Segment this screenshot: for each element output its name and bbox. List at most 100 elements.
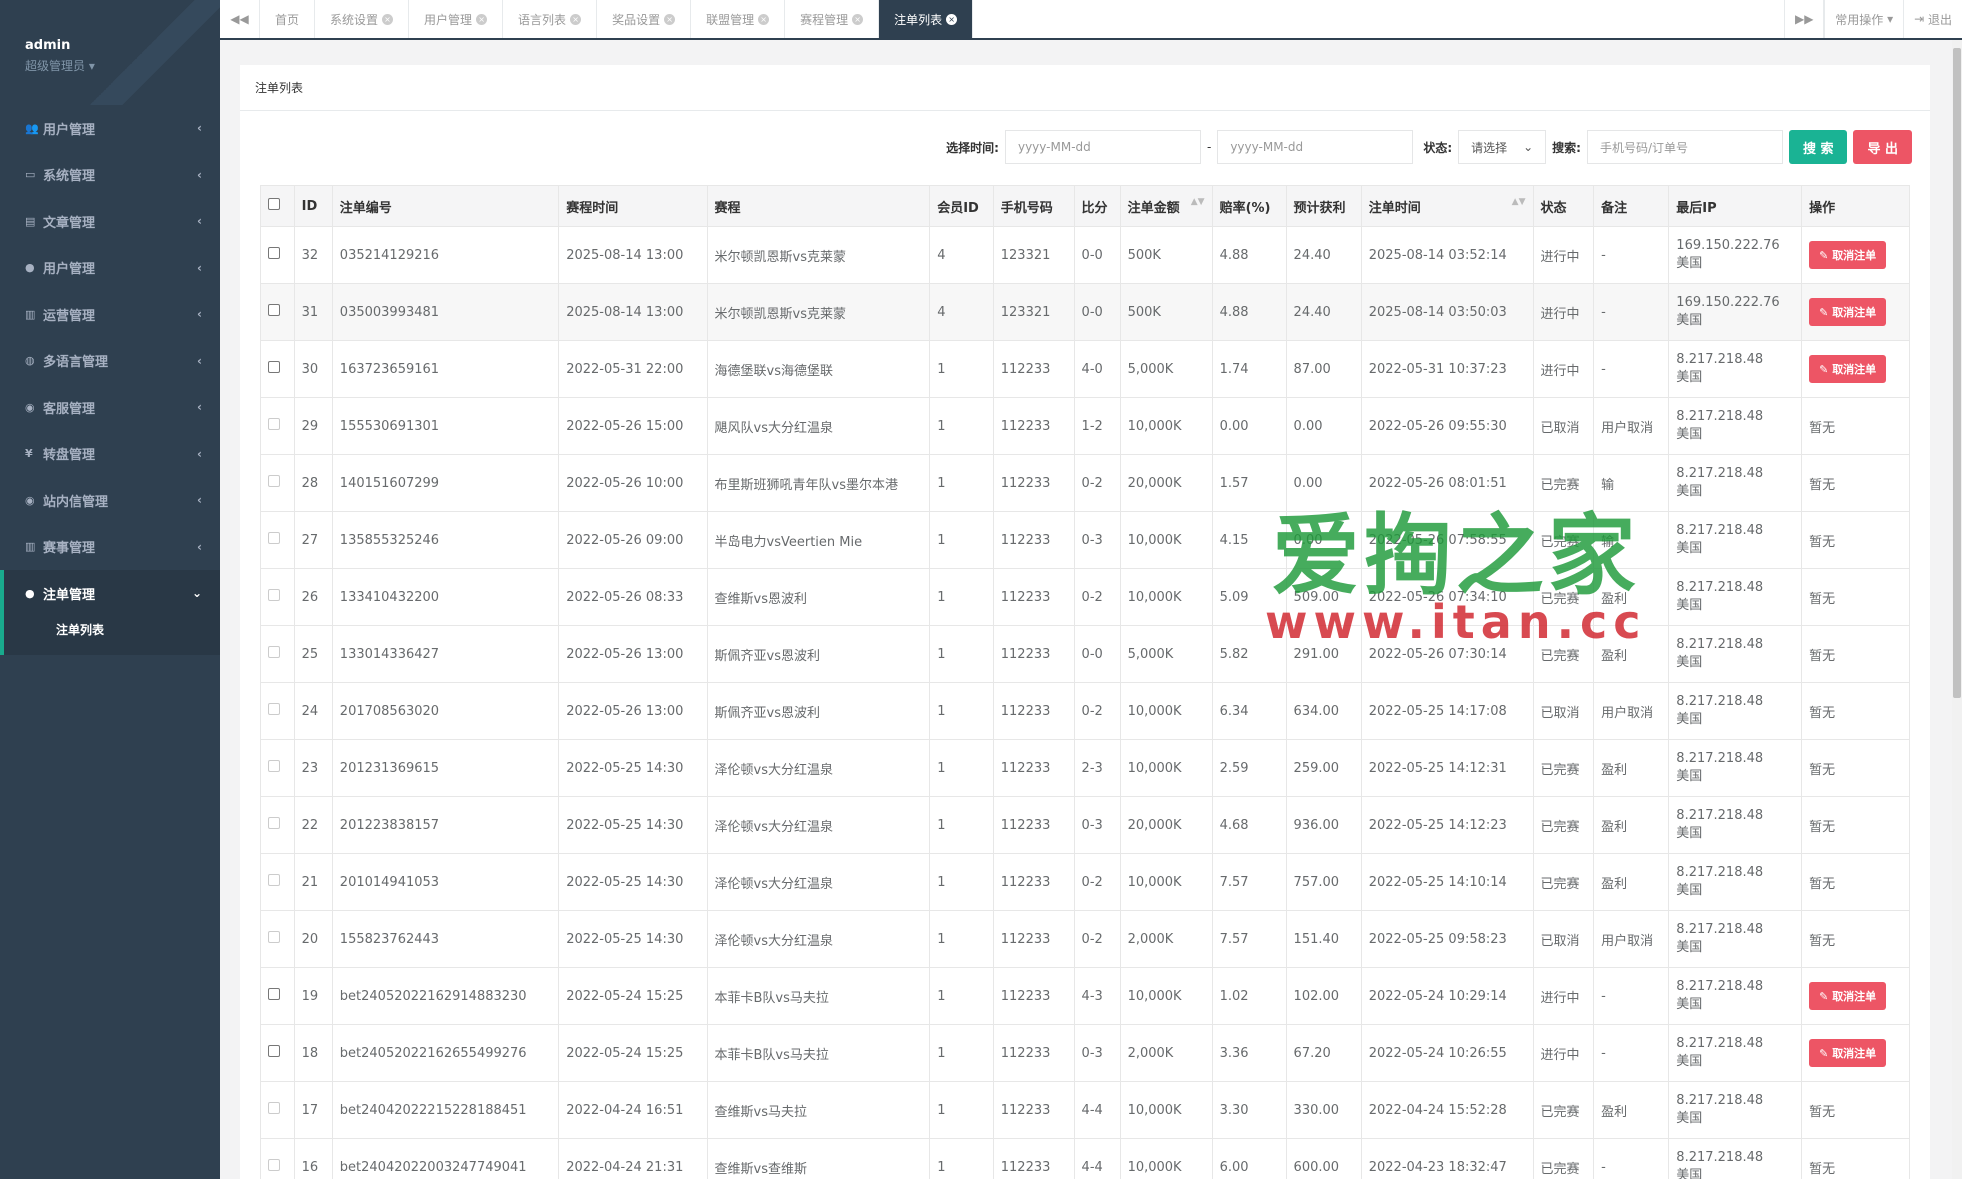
sidebar-item[interactable]: ◉ 站内信管理 ‹ xyxy=(0,477,220,524)
table-row: 21 201014941053 2022-05-25 14:30 泽伦顿vs大分红温泉… xyxy=(260,853,1910,911)
cell-note: - xyxy=(1593,226,1670,284)
tab[interactable]: 首页 xyxy=(260,0,316,38)
cell-match-time: 2022-05-26 13:00 xyxy=(558,625,708,683)
sidebar-item[interactable]: ▭ 系统管理 ‹ xyxy=(0,152,220,199)
table-header-row: ID 注单编号 赛程时间 赛程 会员ID 手机号码 比分 注单金额 ▲▼ 赔率(%) 预计获利 注单时… xyxy=(260,185,1910,227)
sidebar-item[interactable]: 👥 用户管理 ‹ xyxy=(0,105,220,152)
row-select-cell xyxy=(260,568,295,626)
ip-address: 8.217.218.48 xyxy=(1676,1036,1764,1051)
sidebar-item[interactable]: ● 注单管理 ⌄ xyxy=(0,570,220,617)
column-header-label: 备注 xyxy=(1601,200,1628,216)
cancel-bet-button[interactable]: ✎ 取消注单 xyxy=(1809,355,1887,383)
cell-no: 140151607299 xyxy=(331,454,560,512)
tab[interactable]: 语言列表 × xyxy=(503,0,598,38)
search-button[interactable]: 搜 索 xyxy=(1788,130,1848,164)
end-date-input[interactable]: yyyy-MM-dd xyxy=(1217,130,1414,164)
sort-icon[interactable]: ▲▼ xyxy=(1191,197,1205,207)
row-checkbox[interactable] xyxy=(268,304,280,316)
bar-chart-icon: ▥ xyxy=(25,540,36,554)
panel-title: 注单列表 xyxy=(240,65,1930,111)
sidebar-item[interactable]: ▥ 运营管理 ‹ xyxy=(0,291,220,338)
row-checkbox xyxy=(268,817,280,829)
cell-amount: 10,000K xyxy=(1119,967,1213,1025)
filter-bar: 选择时间: yyyy-MM-dd - yyyy-MM-dd 状态: 请选择 ⌄ 搜… xyxy=(946,130,1912,164)
cancel-bet-label: 取消注单 xyxy=(1832,1047,1877,1060)
cell-phone: 112233 xyxy=(992,397,1075,455)
close-icon[interactable]: × xyxy=(946,13,958,25)
cancel-bet-label: 取消注单 xyxy=(1832,306,1877,319)
row-checkbox[interactable] xyxy=(268,361,280,373)
cell-phone: 112233 xyxy=(992,682,1075,740)
column-header-label: 赛程 xyxy=(714,200,741,216)
cell-match: 半岛电力vsVeertien Mie xyxy=(706,511,931,569)
cell-profit: 259.00 xyxy=(1285,739,1362,797)
cancel-bet-button[interactable]: ✎ 取消注单 xyxy=(1809,298,1887,326)
ip-region: 美国 xyxy=(1676,826,1703,841)
cell-phone: 112233 xyxy=(992,568,1075,626)
export-button[interactable]: 导 出 xyxy=(1853,130,1912,164)
tab[interactable]: 系统设置 × xyxy=(315,0,410,38)
tab[interactable]: 奖品设置 × xyxy=(597,0,692,38)
sidebar-item-label: 运营管理 xyxy=(43,308,96,324)
page-scrollbar-thumb[interactable] xyxy=(1953,48,1961,698)
tab[interactable]: 用户管理 × xyxy=(409,0,504,38)
ip-address: 8.217.218.48 xyxy=(1676,694,1764,709)
ip-address: 8.217.218.48 xyxy=(1676,865,1764,880)
cancel-bet-button[interactable]: ✎ 取消注单 xyxy=(1809,1039,1887,1067)
cell-amount: 10,000K xyxy=(1119,1138,1213,1179)
cell-member: 1 xyxy=(929,1024,994,1082)
double-chevron-left-icon: ◀◀ xyxy=(230,12,249,26)
close-icon[interactable]: × xyxy=(570,13,582,25)
cell-note: 用户取消 xyxy=(1593,397,1670,455)
sidebar-item[interactable]: ◉ 客服管理 ‹ xyxy=(0,384,220,431)
sidebar-item[interactable]: ● 用户管理 ‹ xyxy=(0,245,220,292)
cell-odds: 3.30 xyxy=(1211,1081,1287,1139)
close-icon[interactable]: × xyxy=(382,13,394,25)
sidebar-item[interactable]: ▥ 赛事管理 ‹ xyxy=(0,524,220,571)
tab[interactable]: 联盟管理 × xyxy=(691,0,786,38)
cell-status: 已完赛 xyxy=(1532,853,1595,911)
tab[interactable]: 注单列表 × xyxy=(879,0,974,38)
row-checkbox[interactable] xyxy=(268,988,280,1000)
tab-scroll-right-button[interactable]: ▶▶ xyxy=(1784,0,1825,38)
tab[interactable]: 赛程管理 × xyxy=(785,0,880,38)
cell-action: 暂无 xyxy=(1801,853,1910,911)
cell-note: 用户取消 xyxy=(1593,910,1670,968)
tab-scroll-left-button[interactable]: ◀◀ xyxy=(220,0,260,38)
close-icon[interactable]: × xyxy=(852,13,864,25)
cell-status: 进行中 xyxy=(1532,1024,1595,1082)
table-row: 17 bet24042022215228188451 2022-04-24 16:5… xyxy=(260,1081,1910,1139)
row-checkbox[interactable] xyxy=(268,247,280,259)
cell-no: bet24052022162655499276 xyxy=(331,1024,560,1082)
cell-status: 已取消 xyxy=(1532,682,1595,740)
cell-id: 16 xyxy=(293,1138,333,1179)
sort-icon[interactable]: ▲▼ xyxy=(1512,197,1526,207)
sidebar-subitem[interactable]: 注单列表 xyxy=(0,616,220,655)
sidebar-item[interactable]: ¥ 转盘管理 ‹ xyxy=(0,431,220,478)
common-ops-dropdown[interactable]: 常用操作 ▾ xyxy=(1824,0,1903,38)
column-header-label: 注单金额 xyxy=(1127,200,1180,216)
search-input[interactable]: 手机号码/订单号 xyxy=(1586,130,1783,164)
status-select[interactable]: 请选择 ⌄ xyxy=(1458,130,1547,164)
close-icon[interactable]: × xyxy=(758,13,770,25)
cell-action: 暂无 xyxy=(1801,910,1910,968)
close-icon[interactable]: × xyxy=(664,13,676,25)
sidebar-item[interactable]: ◍ 多语言管理 ‹ xyxy=(0,338,220,385)
cancel-bet-button[interactable]: ✎ 取消注单 xyxy=(1809,982,1887,1010)
select-all-checkbox[interactable] xyxy=(268,198,280,210)
profile-role-dropdown[interactable]: 超级管理员 ▾ xyxy=(25,57,220,74)
cancel-bet-button[interactable]: ✎ 取消注单 xyxy=(1809,241,1887,269)
logout-button[interactable]: ⇥ 退出 xyxy=(1903,0,1962,38)
row-select-cell xyxy=(260,853,295,911)
cell-match-time: 2022-05-26 09:00 xyxy=(558,511,708,569)
sidebar-item[interactable]: ▤ 文章管理 ‹ xyxy=(0,198,220,245)
start-date-input[interactable]: yyyy-MM-dd xyxy=(1004,130,1201,164)
row-checkbox[interactable] xyxy=(268,1045,280,1057)
column-header-label: 比分 xyxy=(1081,200,1108,216)
cell-odds: 1.74 xyxy=(1211,340,1287,398)
row-select-cell xyxy=(260,454,295,512)
close-icon[interactable]: × xyxy=(476,13,488,25)
edit-icon: ✎ xyxy=(1819,363,1833,376)
cell-amount: 5,000K xyxy=(1119,625,1213,683)
cell-odds: 5.09 xyxy=(1211,568,1287,626)
